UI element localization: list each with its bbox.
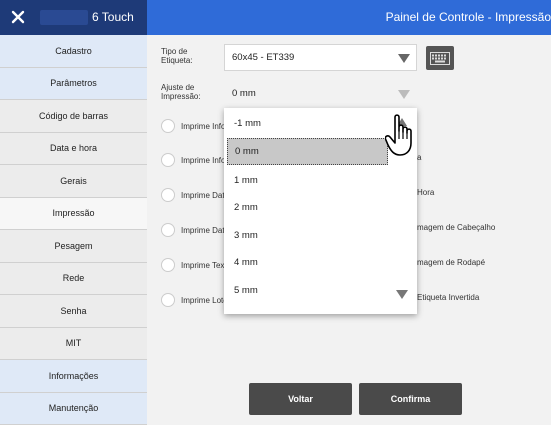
- option-left-3[interactable]: Imprime Dat: [161, 188, 225, 202]
- dropdown-option[interactable]: 1 mm: [224, 167, 417, 194]
- radio-button[interactable]: [161, 188, 175, 202]
- radio-button[interactable]: [161, 153, 175, 167]
- option-right-4[interactable]: magem de Rodapé: [417, 258, 485, 267]
- sidebar-item-mit[interactable]: MIT: [0, 328, 147, 361]
- sidebar-item-senha[interactable]: Senha: [0, 295, 147, 328]
- print-adjust-select[interactable]: 0 mm: [224, 80, 417, 107]
- dropdown-option[interactable]: 4 mm: [224, 249, 417, 276]
- radio-button[interactable]: [161, 258, 175, 272]
- scroll-down-icon[interactable]: [396, 290, 408, 299]
- chevron-down-icon: [398, 90, 410, 99]
- hand-pointer-icon: [385, 113, 421, 157]
- option-left-1[interactable]: Imprime Info: [161, 119, 225, 133]
- sidebar-item-data-e-hora[interactable]: Data e hora: [0, 133, 147, 166]
- sidebar-item-impressao[interactable]: Impressão: [0, 198, 147, 231]
- close-icon[interactable]: [10, 9, 26, 25]
- back-button[interactable]: Voltar: [249, 383, 352, 415]
- sidebar: Cadastro Parâmetros Código de barras Dat…: [0, 35, 147, 419]
- keyboard-button[interactable]: [426, 46, 454, 70]
- option-left-4[interactable]: Imprime Dat: [161, 223, 225, 237]
- sidebar-item-pesagem[interactable]: Pesagem: [0, 230, 147, 263]
- app-logo: [40, 10, 88, 25]
- sidebar-item-parametros[interactable]: Parâmetros: [0, 68, 147, 101]
- option-left-2[interactable]: Imprime Info: [161, 153, 225, 167]
- radio-button[interactable]: [161, 223, 175, 237]
- option-right-3[interactable]: magem de Cabeçalho: [417, 223, 495, 232]
- radio-button[interactable]: [161, 119, 175, 133]
- option-left-6[interactable]: Imprime Lote: [161, 293, 228, 307]
- sidebar-item-cadastro[interactable]: Cadastro: [0, 35, 147, 68]
- label-type-select[interactable]: 60x45 - ET339: [224, 44, 417, 71]
- sidebar-item-rede[interactable]: Rede: [0, 263, 147, 296]
- print-adjust-value: 0 mm: [232, 88, 256, 99]
- sidebar-item-informacoes[interactable]: Informações: [0, 360, 147, 393]
- label-type-value: 60x45 - ET339: [232, 52, 294, 63]
- option-left-5[interactable]: Imprime Tex: [161, 258, 224, 272]
- dropdown-option-selected[interactable]: 0 mm: [227, 138, 388, 165]
- app-name: 6 Touch: [92, 10, 134, 24]
- title-bar: 6 Touch Painel de Controle - Impressão: [0, 0, 551, 35]
- print-adjust-label: Ajuste de Impressão:: [161, 83, 201, 101]
- dropdown-option[interactable]: 2 mm: [224, 194, 417, 221]
- screen-title: Painel de Controle - Impressão: [386, 10, 551, 24]
- confirm-button[interactable]: Confirma: [359, 383, 462, 415]
- radio-button[interactable]: [161, 293, 175, 307]
- sidebar-item-codigo-de-barras[interactable]: Código de barras: [0, 100, 147, 133]
- keyboard-icon: [430, 52, 450, 65]
- option-right-5[interactable]: Etiqueta Invertida: [417, 293, 479, 302]
- chevron-down-icon: [398, 54, 410, 63]
- dropdown-option[interactable]: 5 mm: [224, 277, 417, 304]
- sidebar-item-manutencao[interactable]: Manutenção: [0, 393, 147, 425]
- option-right-2[interactable]: Hora: [417, 188, 434, 197]
- dropdown-option[interactable]: 3 mm: [224, 222, 417, 249]
- sidebar-item-gerais[interactable]: Gerais: [0, 165, 147, 198]
- label-type-label: Tipo de Etiqueta:: [161, 47, 193, 65]
